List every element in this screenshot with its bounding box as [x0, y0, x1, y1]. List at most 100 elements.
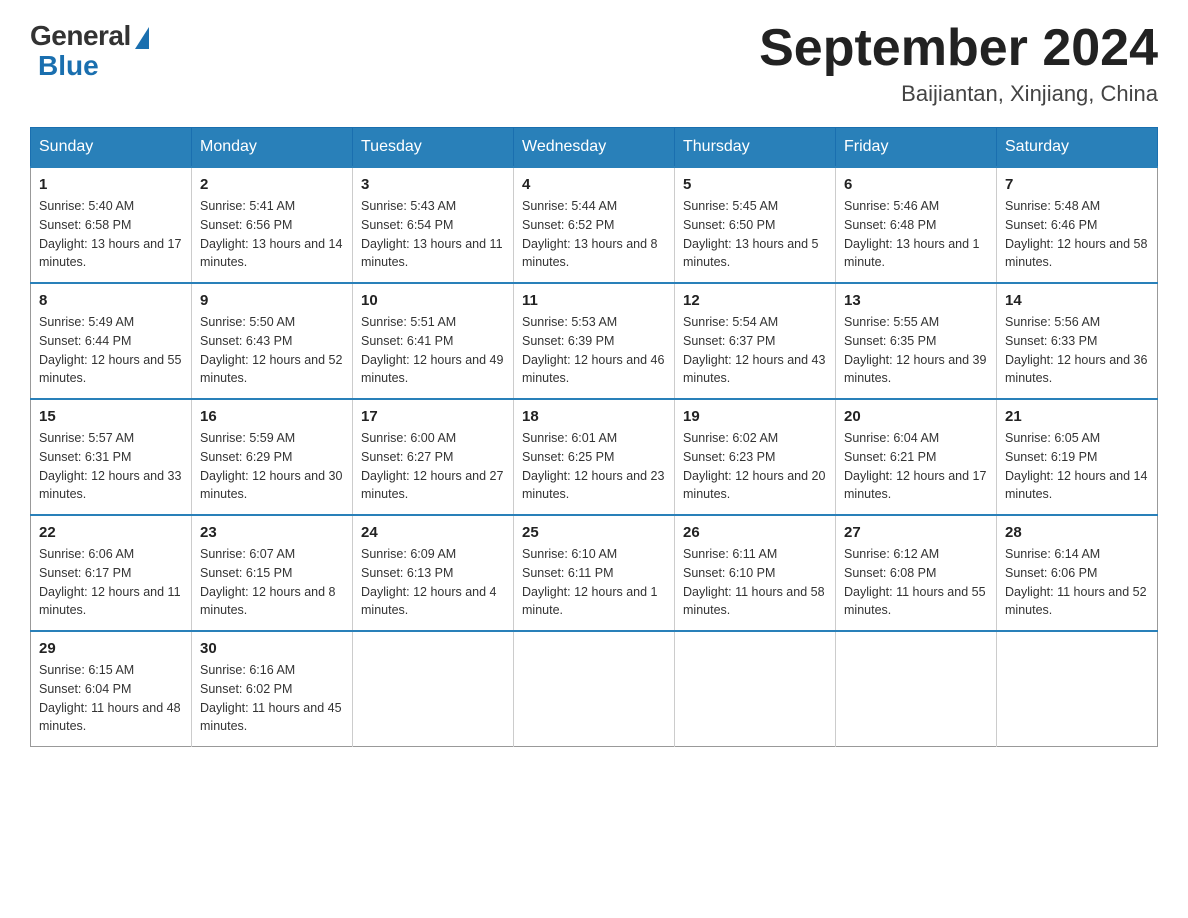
day-info: Sunrise: 6:10 AMSunset: 6:11 PMDaylight:… — [522, 545, 666, 620]
calendar-cell — [514, 631, 675, 747]
day-number: 16 — [200, 408, 344, 425]
calendar-cell — [675, 631, 836, 747]
day-info: Sunrise: 6:14 AMSunset: 6:06 PMDaylight:… — [1005, 545, 1149, 620]
day-info: Sunrise: 6:16 AMSunset: 6:02 PMDaylight:… — [200, 661, 344, 736]
day-number: 21 — [1005, 408, 1149, 425]
logo: General Blue — [30, 20, 149, 82]
day-number: 26 — [683, 524, 827, 541]
day-info: Sunrise: 6:11 AMSunset: 6:10 PMDaylight:… — [683, 545, 827, 620]
day-number: 11 — [522, 292, 666, 309]
day-info: Sunrise: 6:07 AMSunset: 6:15 PMDaylight:… — [200, 545, 344, 620]
day-info: Sunrise: 5:46 AMSunset: 6:48 PMDaylight:… — [844, 197, 988, 272]
calendar-cell: 30 Sunrise: 6:16 AMSunset: 6:02 PMDaylig… — [192, 631, 353, 747]
day-info: Sunrise: 5:50 AMSunset: 6:43 PMDaylight:… — [200, 313, 344, 388]
calendar-cell: 4 Sunrise: 5:44 AMSunset: 6:52 PMDayligh… — [514, 167, 675, 283]
weekday-header-friday: Friday — [836, 128, 997, 168]
calendar-cell: 27 Sunrise: 6:12 AMSunset: 6:08 PMDaylig… — [836, 515, 997, 631]
day-info: Sunrise: 6:04 AMSunset: 6:21 PMDaylight:… — [844, 429, 988, 504]
day-number: 3 — [361, 176, 505, 193]
day-number: 2 — [200, 176, 344, 193]
day-number: 13 — [844, 292, 988, 309]
day-number: 27 — [844, 524, 988, 541]
calendar-cell: 2 Sunrise: 5:41 AMSunset: 6:56 PMDayligh… — [192, 167, 353, 283]
calendar-cell — [836, 631, 997, 747]
calendar-cell: 19 Sunrise: 6:02 AMSunset: 6:23 PMDaylig… — [675, 399, 836, 515]
day-info: Sunrise: 5:41 AMSunset: 6:56 PMDaylight:… — [200, 197, 344, 272]
calendar-cell — [997, 631, 1158, 747]
day-number: 29 — [39, 640, 183, 657]
day-info: Sunrise: 5:57 AMSunset: 6:31 PMDaylight:… — [39, 429, 183, 504]
page-header: General Blue September 2024 Baijiantan, … — [30, 20, 1158, 107]
month-year-title: September 2024 — [759, 20, 1158, 77]
day-info: Sunrise: 5:43 AMSunset: 6:54 PMDaylight:… — [361, 197, 505, 272]
calendar-cell: 18 Sunrise: 6:01 AMSunset: 6:25 PMDaylig… — [514, 399, 675, 515]
calendar-cell — [353, 631, 514, 747]
weekday-header-row: SundayMondayTuesdayWednesdayThursdayFrid… — [31, 128, 1158, 168]
day-number: 1 — [39, 176, 183, 193]
weekday-header-saturday: Saturday — [997, 128, 1158, 168]
day-number: 19 — [683, 408, 827, 425]
day-number: 7 — [1005, 176, 1149, 193]
day-number: 15 — [39, 408, 183, 425]
day-info: Sunrise: 6:12 AMSunset: 6:08 PMDaylight:… — [844, 545, 988, 620]
day-info: Sunrise: 6:05 AMSunset: 6:19 PMDaylight:… — [1005, 429, 1149, 504]
day-info: Sunrise: 5:53 AMSunset: 6:39 PMDaylight:… — [522, 313, 666, 388]
day-number: 20 — [844, 408, 988, 425]
day-number: 4 — [522, 176, 666, 193]
week-row-2: 8 Sunrise: 5:49 AMSunset: 6:44 PMDayligh… — [31, 283, 1158, 399]
day-info: Sunrise: 5:44 AMSunset: 6:52 PMDaylight:… — [522, 197, 666, 272]
day-number: 12 — [683, 292, 827, 309]
weekday-header-thursday: Thursday — [675, 128, 836, 168]
day-number: 30 — [200, 640, 344, 657]
calendar-cell: 26 Sunrise: 6:11 AMSunset: 6:10 PMDaylig… — [675, 515, 836, 631]
day-info: Sunrise: 5:59 AMSunset: 6:29 PMDaylight:… — [200, 429, 344, 504]
calendar-cell: 25 Sunrise: 6:10 AMSunset: 6:11 PMDaylig… — [514, 515, 675, 631]
day-number: 23 — [200, 524, 344, 541]
calendar-cell: 3 Sunrise: 5:43 AMSunset: 6:54 PMDayligh… — [353, 167, 514, 283]
calendar-cell: 15 Sunrise: 5:57 AMSunset: 6:31 PMDaylig… — [31, 399, 192, 515]
day-info: Sunrise: 6:09 AMSunset: 6:13 PMDaylight:… — [361, 545, 505, 620]
calendar-cell: 8 Sunrise: 5:49 AMSunset: 6:44 PMDayligh… — [31, 283, 192, 399]
day-number: 25 — [522, 524, 666, 541]
day-number: 28 — [1005, 524, 1149, 541]
calendar-cell: 11 Sunrise: 5:53 AMSunset: 6:39 PMDaylig… — [514, 283, 675, 399]
calendar-cell: 12 Sunrise: 5:54 AMSunset: 6:37 PMDaylig… — [675, 283, 836, 399]
location-subtitle: Baijiantan, Xinjiang, China — [759, 81, 1158, 107]
day-number: 10 — [361, 292, 505, 309]
calendar-cell: 10 Sunrise: 5:51 AMSunset: 6:41 PMDaylig… — [353, 283, 514, 399]
title-block: September 2024 Baijiantan, Xinjiang, Chi… — [759, 20, 1158, 107]
day-number: 14 — [1005, 292, 1149, 309]
day-info: Sunrise: 5:45 AMSunset: 6:50 PMDaylight:… — [683, 197, 827, 272]
day-info: Sunrise: 5:55 AMSunset: 6:35 PMDaylight:… — [844, 313, 988, 388]
day-info: Sunrise: 6:06 AMSunset: 6:17 PMDaylight:… — [39, 545, 183, 620]
weekday-header-monday: Monday — [192, 128, 353, 168]
day-number: 24 — [361, 524, 505, 541]
day-info: Sunrise: 6:15 AMSunset: 6:04 PMDaylight:… — [39, 661, 183, 736]
logo-general-text: General — [30, 20, 131, 52]
day-info: Sunrise: 5:49 AMSunset: 6:44 PMDaylight:… — [39, 313, 183, 388]
calendar-cell: 1 Sunrise: 5:40 AMSunset: 6:58 PMDayligh… — [31, 167, 192, 283]
weekday-header-sunday: Sunday — [31, 128, 192, 168]
day-info: Sunrise: 6:01 AMSunset: 6:25 PMDaylight:… — [522, 429, 666, 504]
calendar-cell: 21 Sunrise: 6:05 AMSunset: 6:19 PMDaylig… — [997, 399, 1158, 515]
calendar-cell: 9 Sunrise: 5:50 AMSunset: 6:43 PMDayligh… — [192, 283, 353, 399]
calendar-cell: 13 Sunrise: 5:55 AMSunset: 6:35 PMDaylig… — [836, 283, 997, 399]
day-info: Sunrise: 5:54 AMSunset: 6:37 PMDaylight:… — [683, 313, 827, 388]
calendar-cell: 29 Sunrise: 6:15 AMSunset: 6:04 PMDaylig… — [31, 631, 192, 747]
calendar-cell: 23 Sunrise: 6:07 AMSunset: 6:15 PMDaylig… — [192, 515, 353, 631]
day-info: Sunrise: 5:48 AMSunset: 6:46 PMDaylight:… — [1005, 197, 1149, 272]
calendar-cell: 24 Sunrise: 6:09 AMSunset: 6:13 PMDaylig… — [353, 515, 514, 631]
logo-blue-text: Blue — [38, 50, 99, 82]
calendar-table: SundayMondayTuesdayWednesdayThursdayFrid… — [30, 127, 1158, 747]
calendar-cell: 5 Sunrise: 5:45 AMSunset: 6:50 PMDayligh… — [675, 167, 836, 283]
calendar-cell: 6 Sunrise: 5:46 AMSunset: 6:48 PMDayligh… — [836, 167, 997, 283]
day-number: 6 — [844, 176, 988, 193]
logo-triangle-icon — [135, 27, 149, 49]
calendar-cell: 22 Sunrise: 6:06 AMSunset: 6:17 PMDaylig… — [31, 515, 192, 631]
day-info: Sunrise: 6:00 AMSunset: 6:27 PMDaylight:… — [361, 429, 505, 504]
day-info: Sunrise: 5:40 AMSunset: 6:58 PMDaylight:… — [39, 197, 183, 272]
week-row-1: 1 Sunrise: 5:40 AMSunset: 6:58 PMDayligh… — [31, 167, 1158, 283]
calendar-cell: 7 Sunrise: 5:48 AMSunset: 6:46 PMDayligh… — [997, 167, 1158, 283]
calendar-cell: 14 Sunrise: 5:56 AMSunset: 6:33 PMDaylig… — [997, 283, 1158, 399]
day-info: Sunrise: 5:51 AMSunset: 6:41 PMDaylight:… — [361, 313, 505, 388]
